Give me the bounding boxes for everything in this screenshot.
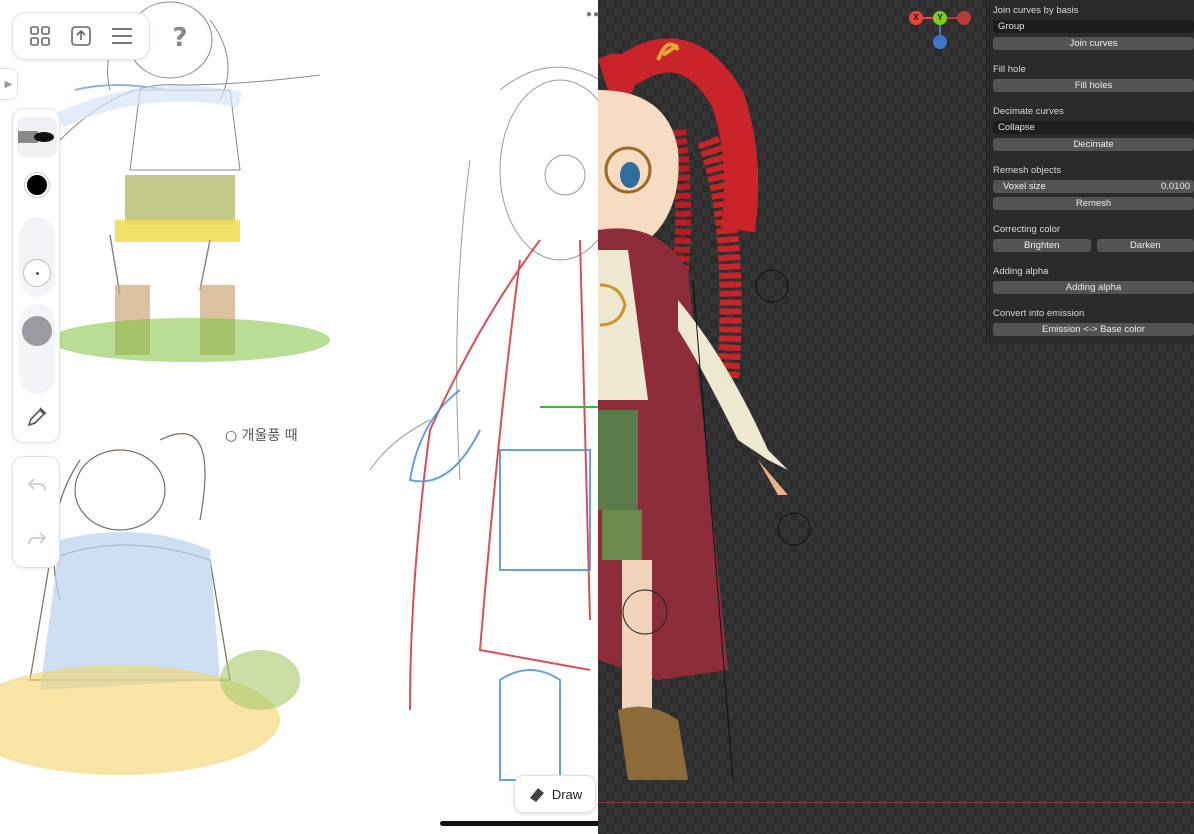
lineart-body-blue xyxy=(408,389,591,781)
voxel-size-field[interactable]: Voxel size 0.0100 xyxy=(993,180,1194,193)
draw-mode-button[interactable]: Draw xyxy=(514,775,596,813)
gizmo-neg-x[interactable] xyxy=(957,11,971,25)
gizmo-y-axis[interactable]: Y xyxy=(933,11,947,25)
home-indicator[interactable] xyxy=(440,821,598,826)
undo-button[interactable] xyxy=(25,473,49,497)
color-swatch-button[interactable] xyxy=(25,173,49,197)
cuffs-fill xyxy=(115,220,240,242)
remesh-title: Remesh objects xyxy=(993,165,1062,176)
sidebar-expand-button[interactable]: ▶ xyxy=(0,68,18,100)
redo-button[interactable] xyxy=(25,527,49,551)
color-section: Correcting color Brighten Darken xyxy=(993,224,1194,252)
pen-icon xyxy=(18,131,54,143)
brush-size-knob[interactable] xyxy=(23,259,51,287)
remesh-section: Remesh objects Voxel size 0.0100 Remesh xyxy=(993,165,1194,210)
join-select[interactable]: Group xyxy=(993,20,1194,33)
boot xyxy=(618,706,688,780)
voxel-size-value: 0.0100 xyxy=(1160,181,1190,192)
brush-size-slider[interactable] xyxy=(19,217,55,297)
korean-annotation: ○ 개울풍 때 xyxy=(225,428,298,444)
export-button[interactable] xyxy=(66,21,96,51)
decimate-button[interactable]: Decimate xyxy=(993,138,1194,151)
brighten-button[interactable]: Brighten xyxy=(993,239,1091,252)
alpha-section: Adding alpha Adding alpha xyxy=(993,266,1194,294)
gallery-button[interactable] xyxy=(25,21,55,51)
shorts xyxy=(598,410,638,510)
darken-button[interactable]: Darken xyxy=(1096,239,1194,252)
decimate-title: Decimate curves xyxy=(993,106,1064,117)
grid-icon xyxy=(29,26,50,46)
share-upload-icon xyxy=(71,26,91,46)
ground-plane-line xyxy=(598,802,1194,803)
join-title: Join curves by basis xyxy=(993,5,1079,16)
eyedropper-button[interactable] xyxy=(25,405,49,429)
join-curves-button[interactable]: Join curves xyxy=(993,37,1194,50)
drawing-canvas[interactable]: ○ 개울풍 때 ? ▶ ●● Draw xyxy=(0,0,598,834)
hamburger-icon xyxy=(112,28,133,44)
sketch-artwork: ○ 개울풍 때 xyxy=(0,1,598,781)
draw-mode-label: Draw xyxy=(551,786,583,802)
emission-title: Convert into emission xyxy=(993,308,1085,319)
eyedropper-icon xyxy=(27,407,47,427)
tool-sidebar-panel: Join curves by basis Group Join curves F… xyxy=(986,0,1194,344)
lineart-character xyxy=(369,66,598,481)
shorts-fill xyxy=(125,175,235,225)
question-mark-icon: ? xyxy=(172,23,188,53)
color-title: Correcting color xyxy=(993,224,1061,235)
grass-top xyxy=(50,318,330,362)
join-section: Join curves by basis Group Join curves xyxy=(993,5,1194,50)
voxel-size-label: Voxel size xyxy=(1003,181,1046,192)
emission-section: Convert into emission Emission <-> Base … xyxy=(993,308,1194,336)
menu-button[interactable] xyxy=(107,21,137,51)
undo-icon xyxy=(27,478,46,491)
brush-opacity-knob[interactable] xyxy=(22,316,52,346)
tool-panel xyxy=(12,108,60,443)
gizmo-z-axis[interactable] xyxy=(933,35,947,49)
help-button[interactable]: ? xyxy=(160,18,200,58)
brush-opacity-slider[interactable] xyxy=(19,304,55,394)
decimate-section: Decimate curves Collapse Decimate xyxy=(993,106,1194,151)
split-view-handle[interactable]: ●● xyxy=(586,9,598,20)
history-panel xyxy=(12,456,60,568)
pen-tool-button[interactable] xyxy=(17,117,57,157)
leg xyxy=(622,560,652,710)
gizmo-x-axis[interactable]: X xyxy=(909,11,923,25)
eraser-pencil-icon xyxy=(529,788,544,802)
decimate-select[interactable]: Collapse xyxy=(993,121,1194,134)
fill-title: Fill hole xyxy=(993,64,1026,75)
alpha-title: Adding alpha xyxy=(993,266,1049,277)
emission-base-color-button[interactable]: Emission <-> Base color xyxy=(993,323,1194,336)
fill-holes-button[interactable]: Fill holes xyxy=(993,79,1194,92)
chevron-right-icon: ▶ xyxy=(4,78,13,90)
hand xyxy=(758,460,788,495)
eye xyxy=(620,162,640,188)
shirt-fill xyxy=(56,85,242,128)
adding-alpha-button[interactable]: Adding alpha xyxy=(993,281,1194,294)
top-toolbar xyxy=(12,12,150,60)
remesh-button[interactable]: Remesh xyxy=(993,197,1194,210)
shorts-cuff xyxy=(602,510,642,560)
redo-icon xyxy=(28,532,47,545)
navigation-gizmo[interactable]: X Y xyxy=(908,4,972,52)
fill-section: Fill hole Fill holes xyxy=(993,64,1194,92)
